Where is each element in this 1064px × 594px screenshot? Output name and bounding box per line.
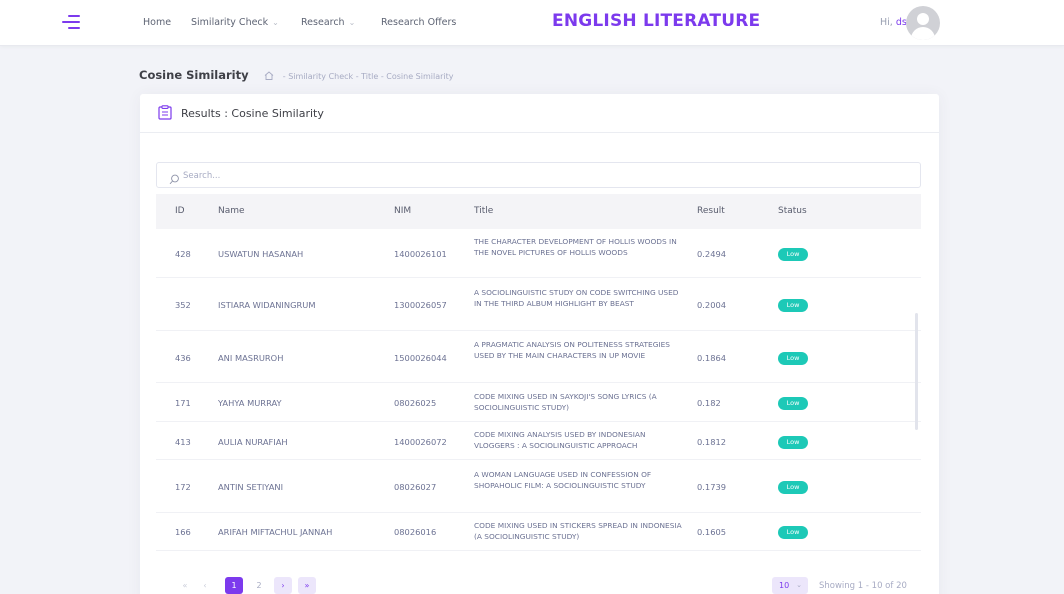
subheader: Cosine Similarity - Similarity Check - T… [139,64,454,82]
column-header-nim[interactable]: NIM [394,206,411,216]
results-card: Results : Cosine Similarity ID Name NIM … [140,94,939,594]
cell-id: 172 [175,482,191,492]
status-badge: Low [778,481,808,494]
page-2-button[interactable]: 2 [250,577,268,594]
cell-id: 413 [175,437,191,447]
cell-result: 0.1864 [697,353,727,363]
clipboard-icon [158,105,172,124]
table-scrollbar[interactable] [915,313,918,430]
cell-name: ANTIN SETIYANI [218,482,284,492]
cell-id: 166 [175,527,191,537]
cell-result: 0.1605 [697,527,727,537]
cell-name: ANI MASRUROH [218,353,284,363]
cell-result: 0.2004 [697,300,727,310]
table-row[interactable]: 352 ISTIARA WIDANINGRUM 1300026057 A SOC… [156,278,921,331]
card-header: Results : Cosine Similarity [140,94,939,133]
page-size-select[interactable]: 10 ⌄ [772,577,808,594]
table-row[interactable]: 413 AULIA NURAFIAH 1400026072 CODE MIXIN… [156,422,921,460]
nav-home[interactable]: Home [143,17,171,28]
status-badge: Low [778,397,808,410]
cell-nim: 1400026072 [394,437,447,447]
last-page-button[interactable]: » [298,577,316,594]
column-header-name[interactable]: Name [218,206,245,216]
pagination-info: Showing 1 - 10 of 20 [819,581,907,591]
cell-name: AULIA NURAFIAH [218,437,288,447]
status-badge: Low [778,352,808,365]
cell-title: A SOCIOLINGUISTIC STUDY ON CODE SWITCHIN… [474,288,679,308]
avatar[interactable] [906,6,940,40]
cell-result: 0.2494 [697,249,727,259]
column-header-result[interactable]: Result [697,206,725,216]
table-row[interactable]: 428 USWATUN HASANAH 1400026101 THE CHARA… [156,229,921,278]
table-header: ID Name NIM Title Result Status [156,194,921,229]
breadcrumb[interactable]: - Similarity Check - Title - Cosine Simi… [283,72,454,81]
nav-similarity-check[interactable]: Similarity Check ⌄ [191,17,279,28]
cell-name: ARIFAH MIFTACHUL JANNAH [218,527,333,537]
cell-nim: 1400026101 [394,249,447,259]
chevron-down-icon: ⌄ [348,18,356,27]
search-icon [169,170,180,189]
home-icon[interactable] [264,65,274,84]
cell-title: THE CHARACTER DEVELOPMENT OF HOLLIS WOOD… [474,237,677,257]
table-row[interactable]: 436 ANI MASRUROH 1500026044 A PRAGMATIC … [156,331,921,383]
cell-nim: 08026027 [394,482,437,492]
cell-nim: 08026025 [394,398,437,408]
column-header-title[interactable]: Title [474,206,493,216]
card-title: Results : Cosine Similarity [181,107,324,120]
nav-research[interactable]: Research ⌄ [301,17,355,28]
column-header-id[interactable]: ID [175,206,185,216]
table-row[interactable]: 172 ANTIN SETIYANI 08026027 A WOMAN LANG… [156,460,921,513]
brand-title: ENGLISH LITERATURE [552,11,761,31]
column-header-status[interactable]: Status [778,206,807,216]
page-1-button[interactable]: 1 [225,577,243,594]
status-badge: Low [778,526,808,539]
cell-nim: 1500026044 [394,353,447,363]
cell-nim: 08026016 [394,527,437,537]
status-badge: Low [778,436,808,449]
nav-research-offers[interactable]: Research Offers [381,17,456,28]
cell-id: 171 [175,398,191,408]
cell-name: USWATUN HASANAH [218,249,304,259]
cell-title: CODE MIXING USED IN SAYKOJI'S SONG LYRIC… [474,392,657,412]
cell-id: 428 [175,249,191,259]
cell-id: 436 [175,353,191,363]
cell-name: YAHYA MURRAY [218,398,282,408]
first-page-button[interactable]: « [176,577,194,594]
table-row[interactable]: 171 YAHYA MURRAY 08026025 CODE MIXING US… [156,383,921,422]
cell-result: 0.1812 [697,437,727,447]
cell-id: 352 [175,300,191,310]
cell-title: A PRAGMATIC ANALYSIS ON POLITENESS STRAT… [474,340,670,360]
cell-title: CODE MIXING ANALYSIS USED BY INDONESIAN … [474,430,646,450]
page-title: Cosine Similarity [139,68,249,82]
cell-name: ISTIARA WIDANINGRUM [218,300,316,310]
cell-title: CODE MIXING USED IN STICKERS SPREAD IN I… [474,521,682,541]
cell-result: 0.1739 [697,482,727,492]
next-page-button[interactable]: › [274,577,292,594]
results-table: ID Name NIM Title Result Status 428 USWA… [156,194,921,551]
table-row[interactable]: 166 ARIFAH MIFTACHUL JANNAH 08026016 COD… [156,513,921,551]
status-badge: Low [778,248,808,261]
top-navbar: Home Similarity Check ⌄ Research ⌄ Researc… [0,0,1064,46]
cell-nim: 1300026057 [394,300,447,310]
cell-result: 0.182 [697,398,721,408]
chevron-down-icon: ⌄ [272,18,279,27]
prev-page-button[interactable]: ‹ [196,577,214,594]
cell-title: A WOMAN LANGUAGE USED IN CONFESSION OF S… [474,470,652,490]
status-badge: Low [778,299,808,312]
chevron-down-icon: ⌄ [796,581,802,589]
menu-toggle-icon[interactable] [62,14,82,30]
search-box[interactable] [156,162,921,188]
search-input[interactable] [183,167,883,185]
